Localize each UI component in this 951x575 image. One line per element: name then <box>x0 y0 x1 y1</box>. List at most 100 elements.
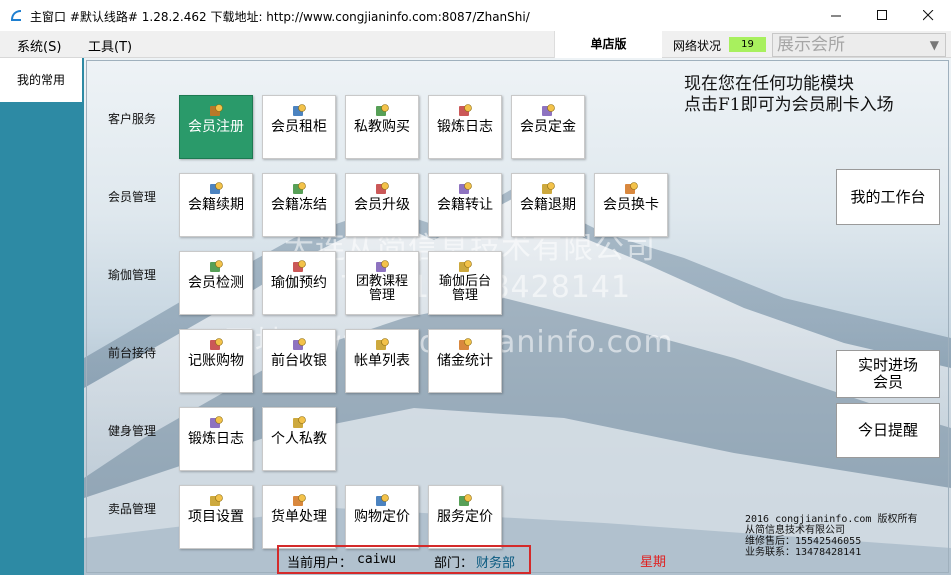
function-tile-label-line-1: 瑜伽后台 <box>438 274 491 289</box>
function-tile[interactable]: 会籍续期 <box>179 173 253 237</box>
function-tile-label: 会员换卡 <box>603 197 659 213</box>
function-tile-label: 前台收银 <box>271 353 327 369</box>
user-group-icon <box>209 103 224 118</box>
category-label: 瑜伽管理 <box>108 268 157 282</box>
copyright-line-3: 维修售后：15542546055 <box>745 536 862 547</box>
close-icon <box>922 10 933 21</box>
display-mode-value: 展示会所 <box>777 35 845 55</box>
notepad-icon <box>209 415 224 430</box>
function-tile-label: 购物定价 <box>354 509 410 525</box>
function-tile-label: 会员检测 <box>188 275 244 291</box>
category-label: 会员管理 <box>108 190 157 204</box>
function-tile[interactable]: 购物定价 <box>345 485 419 549</box>
function-tile[interactable]: 会员租柜 <box>262 95 336 159</box>
function-tile-label: 记账购物 <box>188 353 244 369</box>
function-tile[interactable]: 会员注册 <box>179 95 253 159</box>
f1-notice: 现在您在任何功能模块 点击F1即可为会员刷卡入场 <box>684 74 894 116</box>
function-tile[interactable]: 锻炼日志 <box>428 95 502 159</box>
bill-person-icon <box>375 337 390 352</box>
function-tile[interactable]: 团教课程 管理 <box>345 251 419 315</box>
locker-icon <box>292 103 307 118</box>
goods-price-icon <box>375 493 390 508</box>
function-tile-label: 团教课程 管理 <box>346 275 418 303</box>
function-tile[interactable]: 锻炼日志 <box>179 407 253 471</box>
function-tile[interactable]: 货单处理 <box>262 485 336 549</box>
display-mode-select[interactable]: 展示会所 ▼ <box>772 33 946 57</box>
function-tile[interactable]: 瑜伽预约 <box>262 251 336 315</box>
function-tile[interactable]: 项目设置 <box>179 485 253 549</box>
function-tile-label: 会员定金 <box>520 119 576 135</box>
category-label: 卖品管理 <box>108 502 157 516</box>
function-tile-label: 私教购买 <box>354 119 410 135</box>
function-tile-label: 会籍转让 <box>437 197 493 213</box>
store-mode-label: 单店版 <box>554 31 662 58</box>
my-workbench-button[interactable]: 我的工作台 <box>836 169 940 225</box>
recycle-icon <box>458 103 473 118</box>
category-label: 客户服务 <box>108 112 157 126</box>
close-button[interactable] <box>905 0 951 31</box>
minimize-icon <box>830 15 841 17</box>
sidebar-tab-favorites[interactable]: 我的常用 <box>0 58 82 102</box>
function-tile-label-line-2: 管理 <box>368 288 395 303</box>
function-tile-label: 会员升级 <box>354 197 410 213</box>
function-tile-label: 会员注册 <box>188 119 244 135</box>
department-value: 财务部 <box>476 556 516 571</box>
function-tile-label: 会员租柜 <box>271 119 327 135</box>
menu-system[interactable]: 系统(S) <box>17 36 61 55</box>
copyright-line-1: 2016 congjianinfo.com 版权所有 <box>745 514 918 525</box>
current-user-label: 当前用户： <box>287 556 353 571</box>
function-tile[interactable]: 储金统计 <box>428 329 502 393</box>
function-tile[interactable]: 会员升级 <box>345 173 419 237</box>
current-user-value: caiwu <box>357 552 397 567</box>
window-title: 主窗口 #默认线路# 1.28.2.462 下载地址: http://www.c… <box>30 10 530 24</box>
function-tile-label: 会籍续期 <box>188 197 244 213</box>
function-tile[interactable]: 会员定金 <box>511 95 585 159</box>
function-tile-label: 帐单列表 <box>354 353 410 369</box>
function-tile[interactable]: 个人私教 <box>262 407 336 471</box>
box-stack-icon <box>375 103 390 118</box>
function-tile-label: 会籍冻结 <box>271 197 327 213</box>
function-tile[interactable]: 会籍转让 <box>428 173 502 237</box>
maximize-button[interactable] <box>859 0 905 31</box>
function-tile-label: 锻炼日志 <box>437 119 493 135</box>
copyright-block: 2016 congjianinfo.com 版权所有 从简信息技术有限公司 维修… <box>745 514 917 558</box>
network-status-label: 网络状况 <box>673 39 722 53</box>
upgrade-arrow-icon <box>375 181 390 196</box>
function-tile-label: 货单处理 <box>271 509 327 525</box>
function-tile[interactable]: 会籍冻结 <box>262 173 336 237</box>
minimize-button[interactable] <box>813 0 859 31</box>
function-tile[interactable]: 服务定价 <box>428 485 502 549</box>
weekday-label: 星期 <box>640 555 667 570</box>
function-tile[interactable]: 会员检测 <box>179 251 253 315</box>
function-tile-label: 锻炼日志 <box>188 431 244 447</box>
app-logo-icon <box>11 10 21 21</box>
trainer-tag-icon <box>292 415 307 430</box>
menu-tools[interactable]: 工具(T) <box>88 36 132 55</box>
tag-icon <box>458 259 473 274</box>
main-panel: 大连从简信息技术有限公司 TEL:13478428141 网址：www.cong… <box>84 58 951 575</box>
notice-line-1: 现在您在任何功能模块 <box>684 74 854 94</box>
network-status-value: 19 <box>729 37 766 52</box>
title-bar: 主窗口 #默认线路# 1.28.2.462 下载地址: http://www.c… <box>0 0 951 31</box>
function-tile-label: 服务定价 <box>437 509 493 525</box>
current-user-status: 当前用户： caiwu 部门： 财务部 <box>277 545 531 574</box>
copyright-line-4: 业务联系：13478428141 <box>745 547 862 558</box>
realtime-members-button[interactable]: 实时进场 会员 <box>836 350 940 398</box>
department-label: 部门： <box>434 556 474 571</box>
card-swap-icon <box>624 181 639 196</box>
snowflake-icon <box>292 181 307 196</box>
copyright-line-2: 从简信息技术有限公司 <box>745 525 845 536</box>
cart-icon <box>209 337 224 352</box>
edit-pen-icon <box>541 103 556 118</box>
function-tile[interactable]: 记账购物 <box>179 329 253 393</box>
function-tile[interactable]: 前台收银 <box>262 329 336 393</box>
notice-line-2: 点击F1即可为会员刷卡入场 <box>684 95 894 115</box>
function-tile[interactable]: 会员换卡 <box>594 173 668 237</box>
today-reminder-button[interactable]: 今日提醒 <box>836 403 940 458</box>
category-label: 前台接待 <box>108 346 157 360</box>
maximize-icon <box>876 10 887 20</box>
function-tile[interactable]: 瑜伽后台 管理 <box>428 251 502 315</box>
function-tile[interactable]: 私教购买 <box>345 95 419 159</box>
function-tile[interactable]: 会籍退期 <box>511 173 585 237</box>
function-tile[interactable]: 帐单列表 <box>345 329 419 393</box>
